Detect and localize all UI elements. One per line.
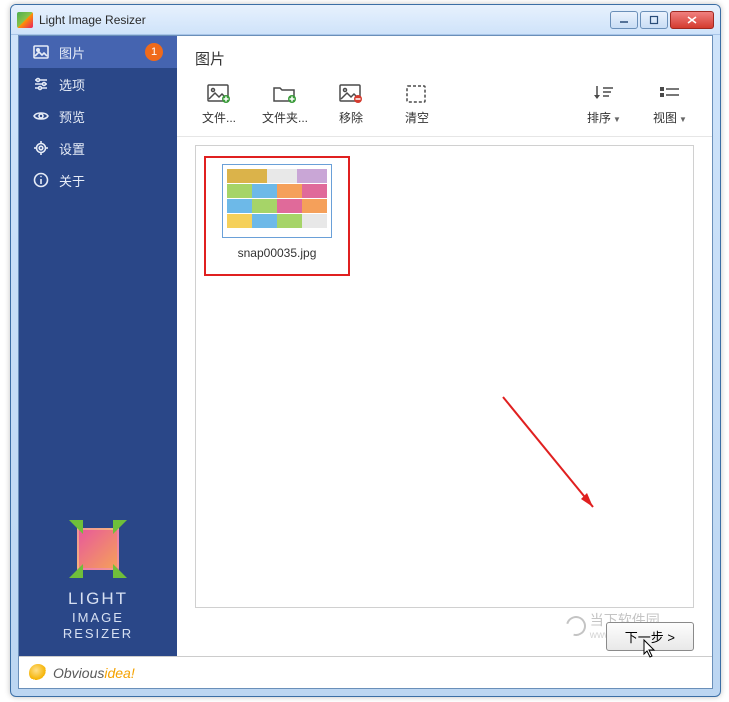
minimize-button[interactable] (610, 11, 638, 29)
annotation-arrow-icon (493, 387, 613, 527)
sidebar-item-label: 关于 (59, 171, 163, 190)
obvious-idea-label: Obviousidea! (53, 665, 135, 681)
titlebar: Light Image Resizer (11, 5, 720, 35)
clear-icon (403, 83, 431, 105)
toolbar-label: 视图▼ (653, 109, 687, 126)
toolbar-label: 排序▼ (587, 109, 621, 126)
clear-button[interactable]: 清空 (393, 83, 441, 126)
toolbar: 文件... 文件夹... 移除 (177, 77, 712, 137)
gear-icon (33, 140, 49, 156)
list-item[interactable]: snap00035.jpg (214, 164, 340, 260)
app-icon (17, 12, 33, 28)
file-add-icon (205, 83, 233, 105)
window-controls (610, 11, 714, 29)
thumbnail (222, 164, 332, 238)
view-button[interactable]: 视图▼ (646, 83, 694, 126)
sort-icon (590, 83, 618, 105)
toolbar-label: 清空 (405, 109, 429, 126)
window-title: Light Image Resizer (39, 13, 610, 27)
sidebar-item-images[interactable]: 图片 1 (19, 36, 177, 68)
app-window: Light Image Resizer 图片 1 (10, 4, 721, 697)
toolbar-label: 移除 (339, 109, 363, 126)
sidebar-item-label: 图片 (59, 43, 135, 62)
maximize-button[interactable] (640, 11, 668, 29)
sidebar: 图片 1 选项 预览 (19, 36, 177, 656)
image-icon (33, 44, 49, 60)
sidebar-item-about[interactable]: 关于 (19, 164, 177, 196)
bulb-icon (29, 664, 47, 682)
sidebar-item-label: 预览 (59, 107, 163, 126)
sidebar-item-preview[interactable]: 预览 (19, 100, 177, 132)
sidebar-item-label: 选项 (59, 75, 163, 94)
sort-button[interactable]: 排序▼ (580, 83, 628, 126)
add-file-button[interactable]: 文件... (195, 83, 243, 126)
sidebar-badge: 1 (145, 43, 163, 61)
toolbar-label: 文件... (202, 109, 236, 126)
close-button[interactable] (670, 11, 714, 29)
info-icon (33, 172, 49, 188)
obvious-idea-bar[interactable]: Obviousidea! (19, 656, 712, 688)
eye-icon (33, 108, 49, 124)
watermark-logo-icon (562, 612, 589, 639)
chevron-down-icon: ▼ (613, 115, 621, 124)
add-folder-button[interactable]: 文件夹... (261, 83, 309, 126)
sidebar-spacer (19, 196, 177, 508)
remove-button[interactable]: 移除 (327, 83, 375, 126)
page-title: 图片 (177, 36, 712, 77)
sidebar-item-options[interactable]: 选项 (19, 68, 177, 100)
filename-label: snap00035.jpg (238, 246, 317, 260)
toolbar-label: 文件夹... (262, 109, 308, 126)
footer: 当下软件园 www.downxia.com 下一步 > (177, 616, 712, 656)
remove-icon (337, 83, 365, 105)
brand-logo-icon (71, 522, 125, 576)
brand-block: LIGHT IMAGE RESIZER (19, 508, 177, 656)
sliders-icon (33, 76, 49, 92)
body-row: 图片 1 选项 预览 (19, 36, 712, 656)
chevron-down-icon: ▼ (679, 115, 687, 124)
sidebar-item-settings[interactable]: 设置 (19, 132, 177, 164)
next-button[interactable]: 下一步 > (606, 622, 694, 651)
folder-add-icon (271, 83, 299, 105)
content-area[interactable]: snap00035.jpg (195, 145, 694, 608)
view-icon (656, 83, 684, 105)
client-area: 图片 1 选项 预览 (18, 35, 713, 689)
main-panel: 图片 文件... 文件夹... (177, 36, 712, 656)
sidebar-item-label: 设置 (59, 139, 163, 158)
brand-text: LIGHT IMAGE RESIZER (33, 588, 163, 642)
